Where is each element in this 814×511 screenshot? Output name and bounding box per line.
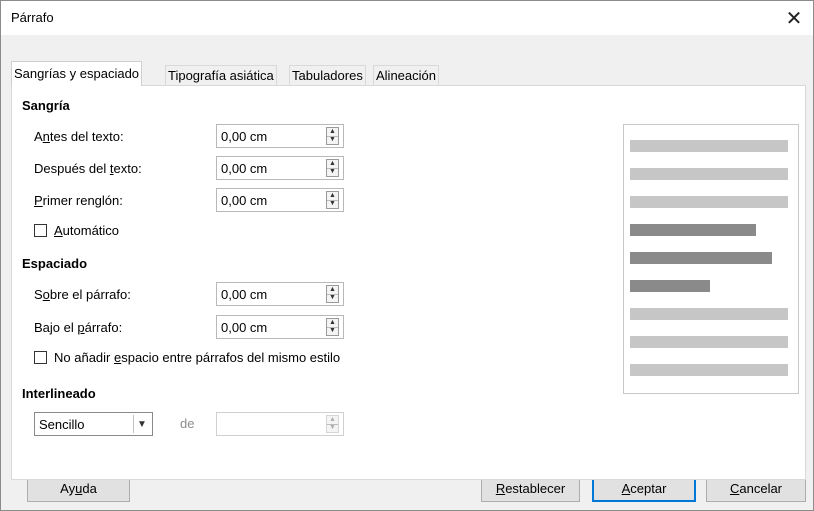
below-paragraph-value: 0,00 cm xyxy=(221,320,268,335)
after-text-spinbox[interactable]: 0,00 cm ▲ ▼ xyxy=(216,156,344,180)
line-spacing-heading: Interlineado xyxy=(22,386,96,401)
spin-buttons[interactable]: ▲ ▼ xyxy=(326,159,339,177)
above-paragraph-label: Sobre el párrafo: xyxy=(34,287,131,302)
dialog-title: Párrafo xyxy=(11,10,54,25)
preview-line xyxy=(630,168,788,180)
preview-line-current xyxy=(630,224,756,236)
spin-buttons[interactable]: ▲ ▼ xyxy=(326,191,339,209)
first-line-label: Primer renglón: xyxy=(34,193,123,208)
spin-buttons: ▲ ▼ xyxy=(326,415,339,433)
spin-down-icon: ▼ xyxy=(329,424,336,431)
preview-line xyxy=(630,364,788,376)
dialog-client: Sangrías y espaciado Tipografía asiática… xyxy=(1,35,813,510)
preview-line-current xyxy=(630,252,772,264)
preview-line xyxy=(630,196,788,208)
spin-buttons[interactable]: ▲ ▼ xyxy=(326,127,339,145)
tab-asian-typography[interactable]: Tipografía asiática xyxy=(165,65,277,85)
no-space-label[interactable]: No añadir espacio entre párrafos del mis… xyxy=(54,350,340,365)
tab-tabs[interactable]: Tabuladores xyxy=(289,65,366,85)
automatic-checkbox[interactable] xyxy=(34,224,47,237)
below-paragraph-label: Bajo el párrafo: xyxy=(34,320,123,335)
paragraph-preview xyxy=(623,124,799,394)
after-text-label: Después del texto: xyxy=(34,161,142,176)
first-line-spinbox[interactable]: 0,00 cm ▲ ▼ xyxy=(216,188,344,212)
above-paragraph-value: 0,00 cm xyxy=(221,287,268,302)
of-label: de xyxy=(180,416,195,431)
line-spacing-value-spinbox[interactable]: ▲ ▼ xyxy=(216,412,344,436)
above-paragraph-spinbox[interactable]: 0,00 cm ▲ ▼ xyxy=(216,282,344,306)
preview-line xyxy=(630,336,788,348)
chevron-down-icon[interactable]: ▼ xyxy=(133,415,150,433)
spin-buttons[interactable]: ▲ ▼ xyxy=(326,285,339,303)
below-paragraph-spinbox[interactable]: 0,00 cm ▲ ▼ xyxy=(216,315,344,339)
before-text-spinbox[interactable]: 0,00 cm ▲ ▼ xyxy=(216,124,344,148)
preview-line-current xyxy=(630,280,710,292)
spin-down-icon[interactable]: ▼ xyxy=(327,200,338,208)
no-space-checkbox[interactable] xyxy=(34,351,47,364)
spin-down-icon[interactable]: ▼ xyxy=(327,168,338,176)
spin-buttons[interactable]: ▲ ▼ xyxy=(326,318,339,336)
first-line-value: 0,00 cm xyxy=(221,193,268,208)
preview-line xyxy=(630,308,788,320)
before-text-label: Antes del texto: xyxy=(34,129,124,144)
preview-line xyxy=(630,140,788,152)
tab-indents-spacing[interactable]: Sangrías y espaciado xyxy=(11,61,143,86)
line-spacing-select[interactable]: Sencillo ▼ xyxy=(34,412,153,436)
spacing-heading: Espaciado xyxy=(22,256,88,271)
automatic-label[interactable]: Automático xyxy=(54,223,119,238)
before-text-value: 0,00 cm xyxy=(221,129,268,144)
line-spacing-selected: Sencillo xyxy=(39,417,85,432)
spin-down-icon[interactable]: ▼ xyxy=(327,327,338,335)
paragraph-dialog: Párrafo ✕ Sangrías y espaciado Tipografí… xyxy=(0,0,814,511)
after-text-value: 0,00 cm xyxy=(221,161,268,176)
spin-down-icon[interactable]: ▼ xyxy=(327,136,338,144)
close-icon[interactable]: ✕ xyxy=(779,1,809,35)
indent-heading: Sangría xyxy=(22,98,70,113)
title-bar: Párrafo ✕ xyxy=(1,1,813,35)
spin-down-icon[interactable]: ▼ xyxy=(327,294,338,302)
tab-alignment[interactable]: Alineación xyxy=(373,65,439,85)
